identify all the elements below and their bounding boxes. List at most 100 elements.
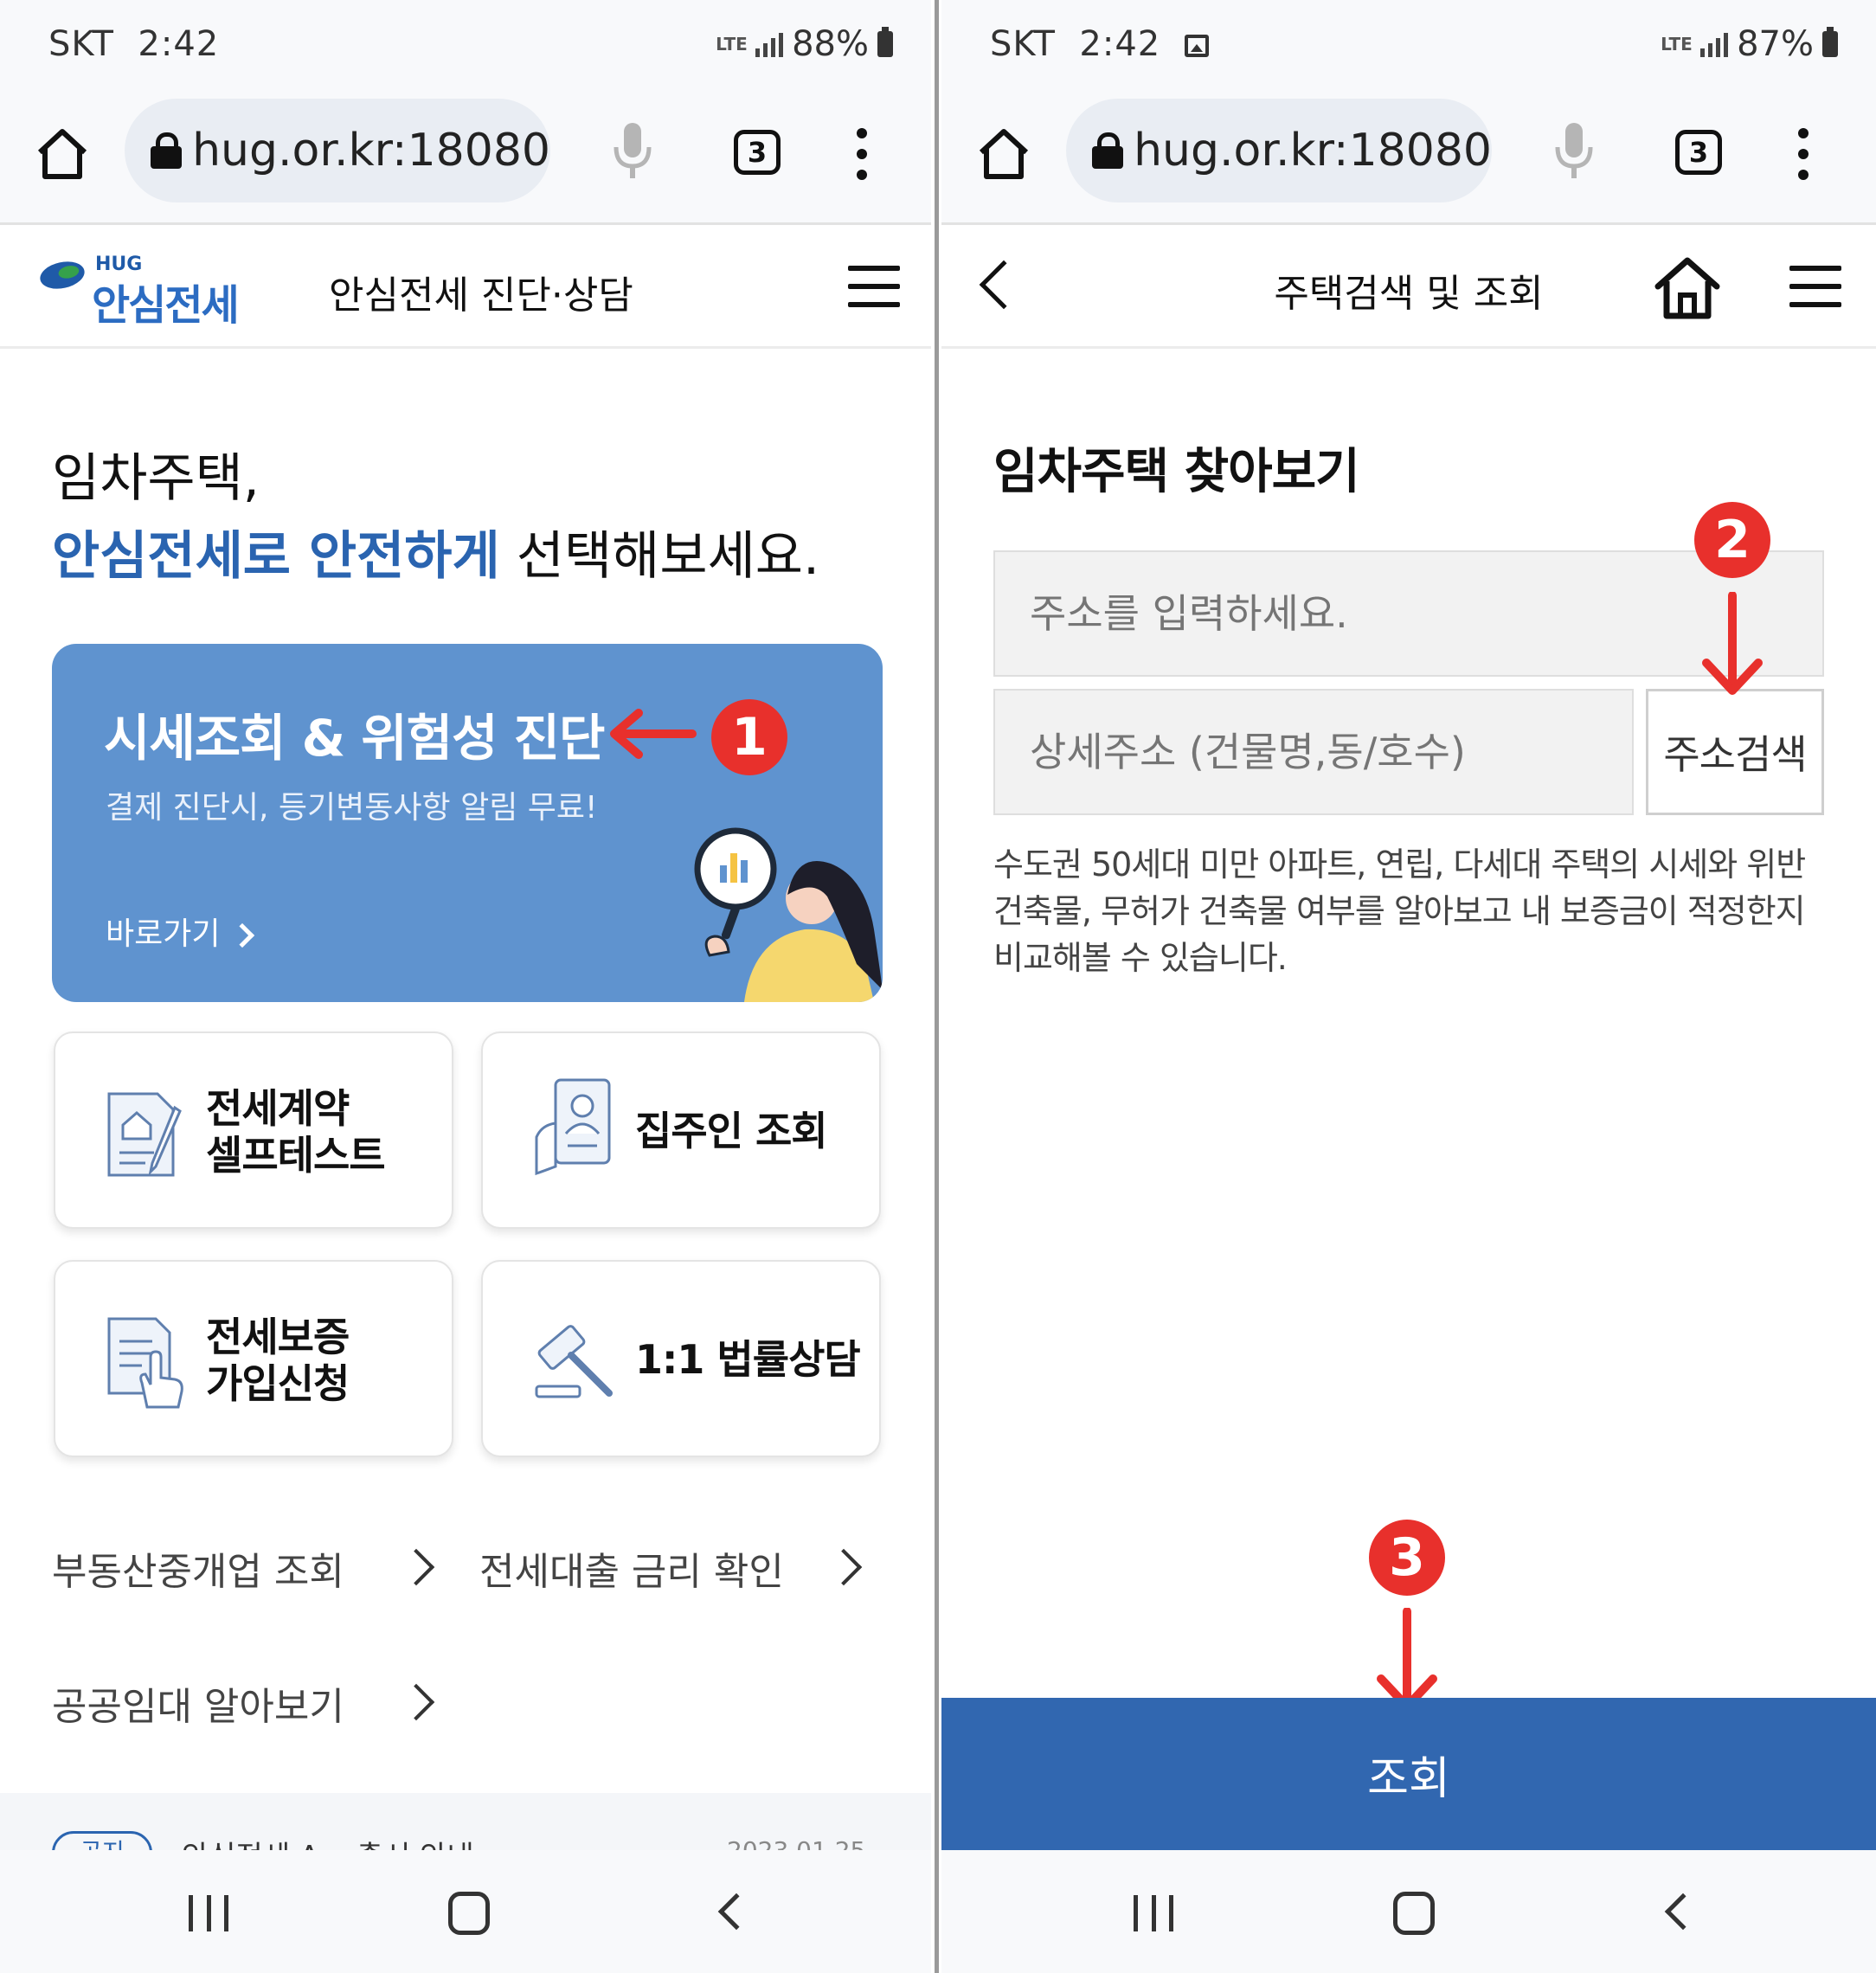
link-loan-rate[interactable]: 전세대출 금리 확인 (479, 1540, 784, 1596)
menu-icon[interactable] (1789, 266, 1841, 307)
status-indicators: LTE 88% (716, 24, 893, 64)
hero-highlight: 안심전세로 안전하게 (52, 526, 500, 587)
browser-toolbar: hug.or.kr:18080 3 (0, 92, 931, 225)
logo-mark-icon (37, 257, 87, 293)
annotation-arrow-left (610, 709, 697, 759)
annotation-step-2: 2 (1694, 502, 1770, 578)
chevron-right-icon (825, 1548, 863, 1586)
hero-line2-rest: 선택해보세요. (499, 526, 820, 587)
clock: 2:42 (1079, 24, 1161, 64)
chevron-right-icon (397, 1548, 435, 1586)
notice-text: 안심전세 A... 출시 안내 (182, 1833, 474, 1850)
card-label-line1: 전세보증 (206, 1314, 350, 1360)
more-menu-icon[interactable] (853, 128, 871, 180)
system-nav-bar (0, 1850, 931, 1973)
nav-home-icon[interactable] (448, 1892, 490, 1935)
battery-icon (877, 27, 893, 57)
nav-home-icon[interactable] (1393, 1892, 1435, 1935)
battery-icon (1822, 27, 1838, 57)
card-legal-consult[interactable]: 1:1 법률상담 (481, 1260, 881, 1457)
right-screenshot: SKT 2:42 LTE 87% hug.or.kr:18080 3 주택검색 … (941, 0, 1876, 1973)
carrier: SKT (990, 24, 1056, 64)
woman-magnifier-illustration (694, 827, 883, 1002)
page-title: 주택검색 및 조회 (1274, 272, 1544, 316)
address-bar[interactable]: hug.or.kr:18080 (125, 99, 550, 202)
document-hand-icon (107, 1317, 183, 1409)
signal-icon (1700, 31, 1729, 57)
status-indicators: LTE 87% (1661, 24, 1838, 64)
screenshot-divider (931, 0, 941, 1973)
site-title: 안심전세 진단·상담 (329, 273, 633, 318)
battery-percent: 87% (1737, 24, 1814, 64)
description-text: 수도권 50세대 미만 아파트, 연립, 다세대 주택의 시세와 위반 건축물,… (993, 845, 1806, 977)
detail-address-input[interactable] (993, 689, 1634, 815)
card-guarantee-apply[interactable]: 전세보증 가입신청 (54, 1260, 453, 1457)
annotation-step-3: 3 (1369, 1520, 1445, 1596)
lock-icon (151, 132, 183, 169)
network-type-icon: LTE (1661, 34, 1693, 55)
card-label-line1: 전세계약 (206, 1085, 350, 1132)
price-check-banner[interactable]: 시세조회 & 위험성 진단 결제 진단시, 등기변동사항 알림 무료! 바로가기 (52, 644, 883, 1002)
address-bar[interactable]: hug.or.kr:18080 (1066, 99, 1492, 202)
left-screenshot: SKT 2:42 LTE 88% hug.or.kr:18080 3 HUG 안… (0, 0, 931, 1973)
document-house-icon (107, 1092, 182, 1177)
mic-icon[interactable] (1552, 121, 1596, 182)
banner-link[interactable]: 바로가기 (106, 909, 255, 954)
banner-subtitle: 결제 진단시, 등기변동사항 알림 무료! (106, 790, 598, 826)
hero-line2: 안심전세로 안전하게 선택해보세요. (52, 517, 819, 595)
card-label-line1: 집주인 조회 (635, 1108, 828, 1154)
site-header: 주택검색 및 조회 (941, 228, 1876, 349)
signal-icon (755, 31, 784, 57)
card-label-line2: 셀프테스트 (206, 1132, 386, 1179)
browser-home-icon[interactable] (976, 126, 1031, 182)
tab-switcher-icon[interactable]: 3 (1675, 130, 1722, 175)
carrier: SKT (48, 24, 114, 64)
home-icon[interactable] (1654, 255, 1720, 319)
lock-icon (1092, 132, 1124, 169)
chevron-right-icon (397, 1683, 435, 1721)
carrier-time: SKT 2:42 (48, 24, 219, 64)
menu-icon[interactable] (848, 266, 900, 307)
card-label-line2: 가입신청 (206, 1360, 350, 1407)
browser-toolbar: hug.or.kr:18080 3 (941, 92, 1876, 225)
network-type-icon: LTE (716, 34, 748, 55)
annotation-step-1: 1 (711, 699, 787, 775)
clock: 2:42 (138, 24, 220, 64)
url-text: hug.or.kr:18080 (1134, 125, 1492, 177)
hero-text: 임차주택, 안심전세로 안전하게 선택해보세요. (52, 440, 819, 595)
id-card-person-icon (535, 1078, 611, 1176)
notice-date: 2023.01.25 (727, 1836, 865, 1850)
recent-apps-icon[interactable] (1134, 1895, 1173, 1931)
nav-back-icon[interactable] (1664, 1893, 1702, 1931)
chevron-right-icon (230, 922, 255, 948)
banner-link-label: 바로가기 (106, 916, 221, 952)
tab-switcher-icon[interactable]: 3 (734, 130, 781, 175)
browser-home-icon[interactable] (35, 126, 90, 182)
annotation-arrow-down (1702, 592, 1763, 695)
url-text: hug.or.kr:18080 (192, 125, 550, 177)
hero-line1: 임차주택, (52, 448, 260, 509)
carrier-time: SKT 2:42 (990, 24, 1209, 64)
status-bar: SKT 2:42 LTE 88% (0, 0, 931, 92)
status-bar: SKT 2:42 LTE 87% (941, 0, 1876, 92)
link-broker-check[interactable]: 부동산중개업 조회 (52, 1540, 344, 1596)
site-header: HUG 안심전세 안심전세 진단·상담 (0, 228, 931, 349)
query-button[interactable]: 조회 (941, 1698, 1876, 1850)
address-search-button[interactable]: 주소검색 (1646, 689, 1824, 815)
mic-icon[interactable] (611, 121, 654, 182)
image-notification-icon (1184, 35, 1209, 57)
banner-title: 시세조회 & 위험성 진단 (104, 709, 605, 768)
recent-apps-icon[interactable] (189, 1895, 228, 1931)
logo-name: 안심전세 (92, 281, 240, 330)
card-self-test[interactable]: 전세계약 셀프테스트 (54, 1031, 453, 1229)
card-landlord-check[interactable]: 집주인 조회 (481, 1031, 881, 1229)
hug-logo[interactable]: HUG 안심전세 (37, 254, 240, 330)
notice-badge: 공지 (52, 1831, 152, 1850)
nav-back-icon[interactable] (717, 1893, 755, 1931)
link-public-rental[interactable]: 공공임대 알아보기 (52, 1675, 344, 1731)
more-menu-icon[interactable] (1795, 128, 1812, 180)
system-nav-bar (941, 1850, 1876, 1973)
gavel-icon (535, 1325, 613, 1398)
notice-strip[interactable]: 공지 안심전세 A... 출시 안내 2023.01.25 (0, 1793, 931, 1850)
battery-percent: 88% (792, 24, 869, 64)
